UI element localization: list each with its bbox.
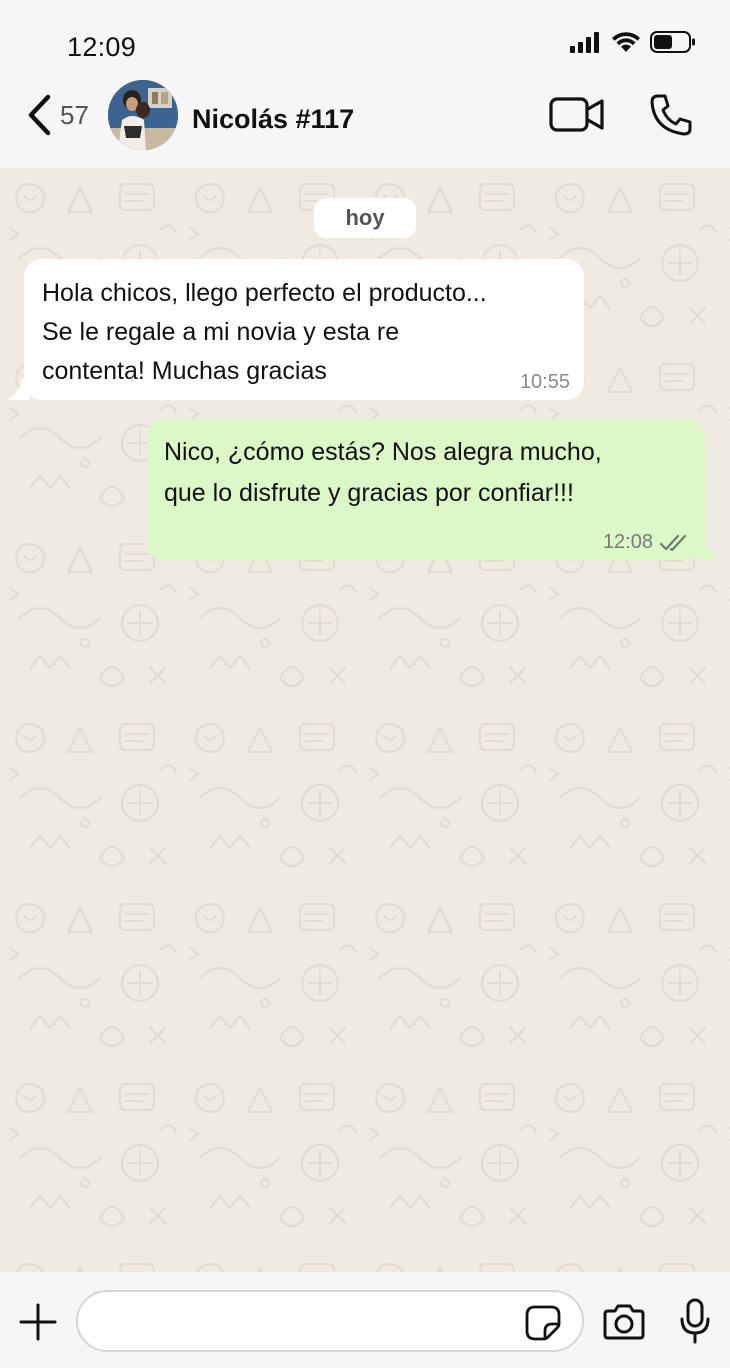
phone-icon [650,94,692,136]
status-icons [570,30,696,54]
microphone-icon [680,1298,710,1344]
chevron-left-icon [28,94,51,136]
attach-button[interactable] [18,1302,58,1342]
camera-button[interactable] [601,1302,647,1342]
status-time: 12:09 [67,32,137,62]
status-bar: 12:09 [0,0,730,80]
back-button[interactable]: 57 [26,92,104,138]
contact-name[interactable]: Nicolás #117 [192,104,354,135]
outgoing-message[interactable]: Nico, ¿cómo estás? Nos alegra mucho, que… [147,419,721,560]
message-line: que lo disfrute y gracias por confiar!!! [164,479,574,507]
signal-icon [570,32,599,53]
input-bar [0,1272,730,1368]
message-meta: 12:08 [603,531,691,554]
video-camera-icon [549,97,604,132]
sticker-button[interactable] [524,1304,562,1342]
chat-area[interactable]: hoy Hola chicos, llego perfecto el produ… [0,168,730,1272]
plus-icon [19,1303,57,1341]
video-call-button[interactable] [548,94,606,136]
message-input[interactable] [76,1290,584,1352]
double-check-icon [659,534,687,551]
avatar[interactable] [108,80,178,150]
message-line: Nico, ¿cómo estás? Nos alegra mucho, [164,438,602,466]
microphone-button[interactable] [678,1298,712,1344]
message-line: contenta! Muchas gracias [42,357,327,385]
message-time: 10:55 [519,371,570,393]
avatar-photo-icon [108,80,178,150]
message-line: Se le regale a mi novia y esta re [42,318,400,346]
message-line: Hola chicos, llego perfecto el producto.… [42,279,487,307]
message-time: 12:08 [602,531,653,553]
camera-icon [603,1304,645,1340]
wifi-icon [612,32,640,52]
bubble-tail [6,378,30,400]
message-text: Nico, ¿cómo estás? Nos alegra mucho, que… [164,432,684,514]
bubble-tail [699,538,721,560]
chat-header: 57 Nicolás #117 [0,80,730,168]
sticker-icon [525,1305,561,1341]
voice-call-button[interactable] [648,92,694,138]
unread-count: 57 [60,99,89,130]
date-chip: hoy [314,198,416,238]
message-text: Hola chicos, llego perfecto el producto.… [42,274,562,391]
battery-icon [650,31,695,53]
incoming-message[interactable]: Hola chicos, llego perfecto el producto.… [6,259,584,400]
